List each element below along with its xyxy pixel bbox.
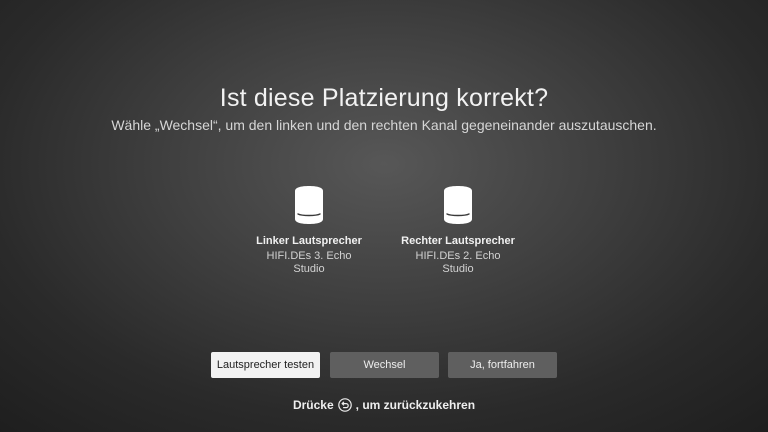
test-speakers-button[interactable]: Lautsprecher testen bbox=[211, 352, 320, 378]
back-hint-suffix-text: um zurückzukehren bbox=[362, 398, 476, 412]
back-hint-prefix: Drücke bbox=[292, 398, 334, 412]
right-speaker-label: Rechter Lautsprecher bbox=[401, 235, 515, 247]
right-speaker-device-name: HIFI.DEs 2. Echo Studio bbox=[415, 250, 501, 275]
swap-button[interactable]: Wechsel bbox=[330, 352, 439, 378]
page-title: Ist diese Platzierung korrekt? bbox=[219, 84, 549, 112]
back-button-icon bbox=[337, 398, 352, 412]
left-speaker-device-name: HIFI.DEs 3. Echo Studio bbox=[266, 250, 352, 275]
echo-studio-speaker-icon bbox=[295, 186, 323, 224]
left-speaker-label: Linker Lautsprecher bbox=[256, 235, 362, 247]
left-speaker-card: Linker Lautsprecher HIFI.DEs 3. Echo Stu… bbox=[234, 185, 384, 276]
right-speaker-card: Rechter Lautsprecher HIFI.DEs 2. Echo St… bbox=[383, 185, 533, 276]
page-subtitle: Wähle „Wechsel“, um den linken und den r… bbox=[111, 117, 657, 133]
back-hint-suffix: , um zurückzukehren bbox=[355, 398, 476, 412]
back-hint: Drücke , um zurückzukehren bbox=[0, 398, 768, 412]
continue-button[interactable]: Ja, fortfahren bbox=[448, 352, 557, 378]
echo-studio-speaker-icon bbox=[444, 186, 472, 224]
